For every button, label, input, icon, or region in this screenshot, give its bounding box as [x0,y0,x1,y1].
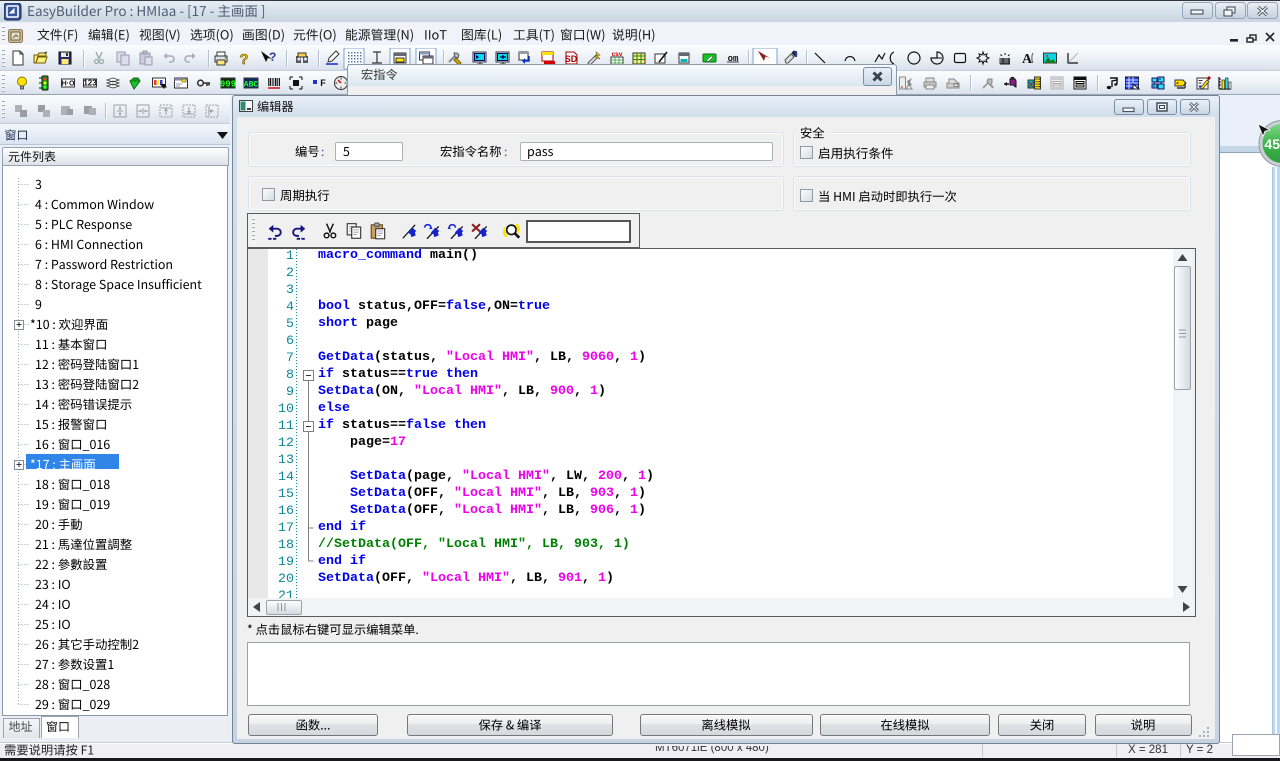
svg-text:A: A [1022,52,1033,67]
svg-text:H·O: H·O [62,81,75,88]
svg-text:ABC: ABC [244,81,259,90]
svg-text:F: F [320,78,326,88]
svg-text:?: ? [269,50,276,64]
svg-text:SD: SD [565,54,578,64]
svg-text:csv: csv [612,51,623,58]
svg-text:?: ? [239,51,248,68]
svg-text:om: om [728,54,739,64]
svg-text:45: 45 [1264,136,1280,152]
svg-text:123: 123 [83,79,97,88]
svg-text:999: 999 [220,80,236,90]
